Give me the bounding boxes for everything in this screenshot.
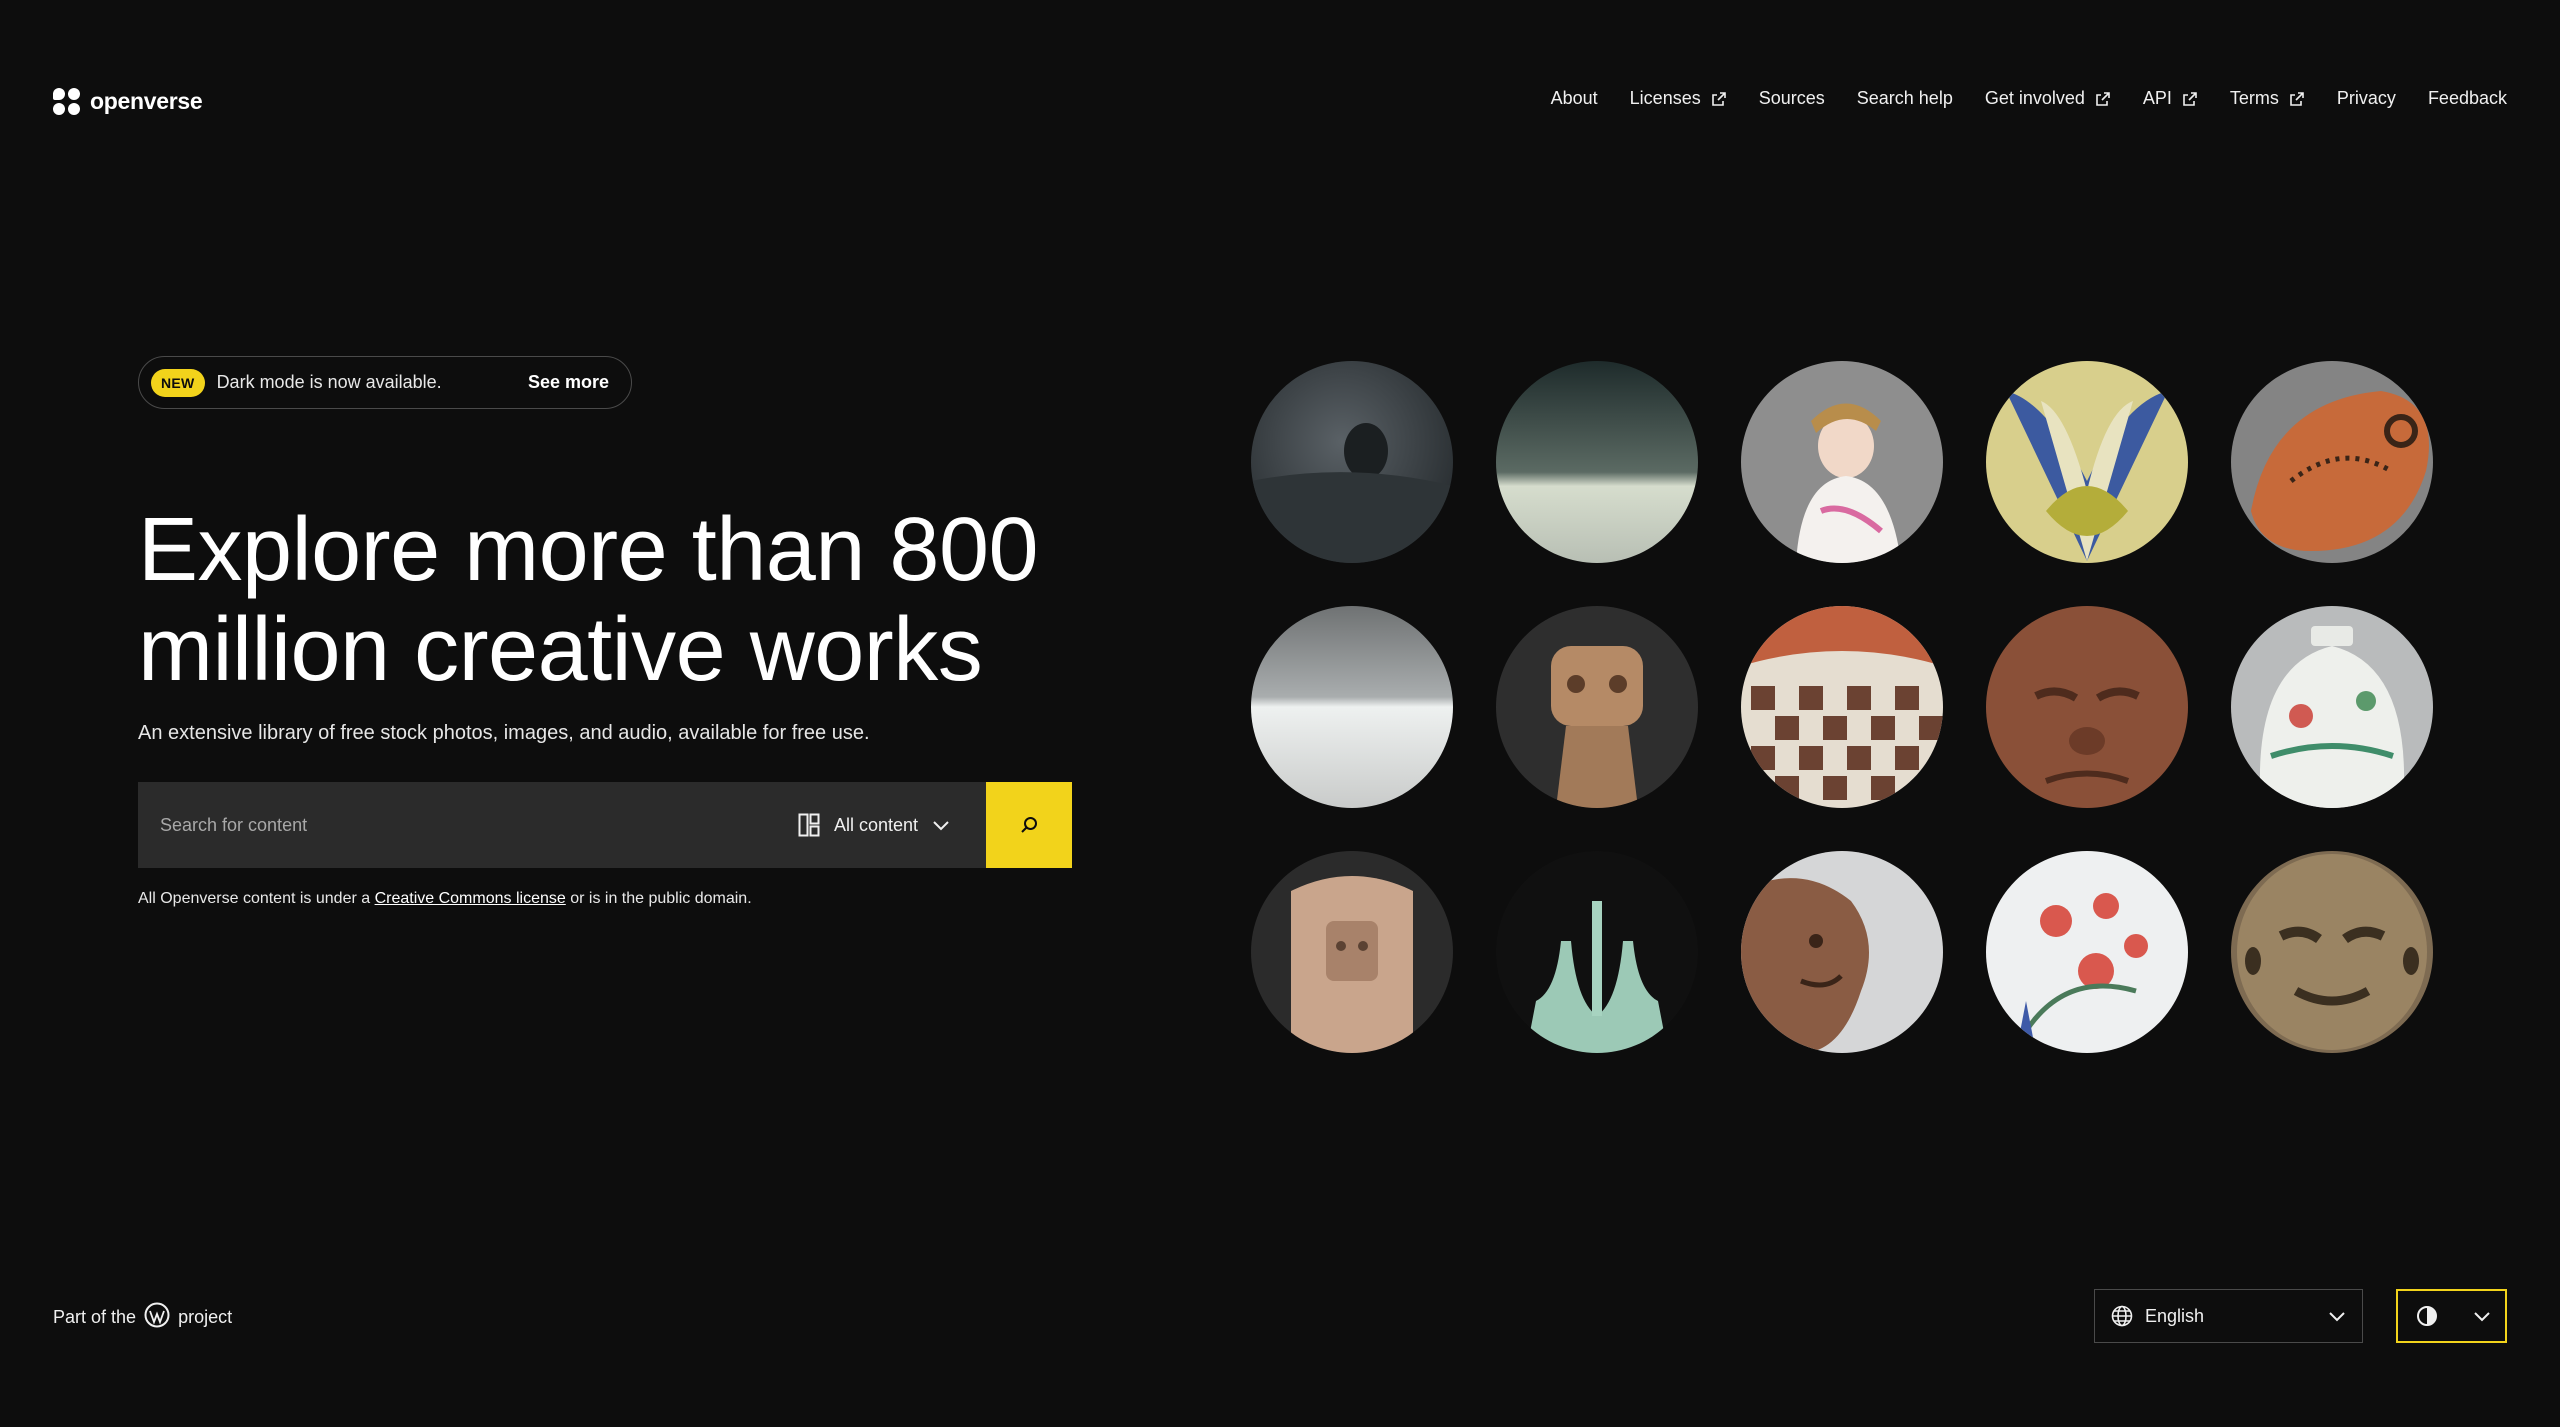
hero-title-line-1: Explore more than 800 <box>138 500 1039 600</box>
nav-label: About <box>1550 88 1598 108</box>
clay-figure-image <box>1496 606 1698 808</box>
gallery-image[interactable] <box>1741 361 1943 563</box>
new-badge: NEW <box>151 368 205 397</box>
gallery-image[interactable] <box>1251 851 1453 1053</box>
announcement-banner: NEW Dark mode is now available. See more <box>138 356 632 409</box>
nav-label: Feedback <box>2427 88 2507 108</box>
page: openverse About Licenses Sources Search … <box>0 0 2560 1427</box>
hero-title: Explore more than 800 million creative w… <box>138 500 1138 700</box>
white-bowl-image <box>1251 606 1453 808</box>
wordpress-attribution: Part of the project <box>53 1302 232 1333</box>
openverse-logo-icon <box>53 88 80 115</box>
nav-label: API <box>2142 88 2172 108</box>
carved-stone-figure-image <box>1251 851 1453 1053</box>
external-link-icon <box>1711 91 1726 106</box>
license-note-text: All Openverse content is under a <box>138 890 375 907</box>
gallery-image[interactable] <box>1986 361 2188 563</box>
chevron-down-icon <box>2329 1312 2345 1322</box>
nav-terms[interactable]: Terms <box>2230 88 2305 109</box>
creative-commons-link[interactable]: Creative Commons license <box>375 890 566 907</box>
gallery-image[interactable] <box>2231 606 2433 808</box>
gallery-image[interactable] <box>1251 606 1453 808</box>
gallery-image[interactable] <box>1986 851 2188 1053</box>
celadon-vase-image <box>1496 851 1698 1053</box>
gallery-image[interactable] <box>1496 606 1698 808</box>
content-type-label: All content <box>833 814 918 835</box>
chevron-down-icon <box>933 821 949 831</box>
nav-about[interactable]: About <box>1551 88 1598 109</box>
license-note-text: or is in the public domain. <box>565 890 752 907</box>
openverse-logo[interactable]: openverse <box>53 88 203 115</box>
external-link-icon <box>2183 91 2197 106</box>
painted-tile-image <box>1986 361 2188 563</box>
gallery-image[interactable] <box>1251 361 1453 563</box>
gallery-image[interactable] <box>1986 606 2188 808</box>
contrast-icon <box>2417 1306 2437 1326</box>
gallery-image[interactable] <box>1741 606 1943 808</box>
porcelain-figure-image <box>1741 361 1943 563</box>
hero-subtitle: An extensive library of free stock photo… <box>138 722 870 744</box>
nav-label: Search help <box>1856 88 1953 108</box>
nav-feedback[interactable]: Feedback <box>2428 88 2507 109</box>
chevron-down-icon <box>2474 1312 2490 1322</box>
checkered-pot-image <box>1741 606 1943 808</box>
floral-plate-image <box>1986 851 2188 1053</box>
project-text: project <box>178 1307 233 1327</box>
nav-label: Get involved <box>1984 88 2085 108</box>
external-link-icon <box>2290 91 2304 106</box>
see-more-link[interactable]: See more <box>528 372 609 393</box>
search-field: All content <box>138 782 986 868</box>
gallery-image[interactable] <box>2231 361 2433 563</box>
theme-select[interactable] <box>2396 1289 2507 1343</box>
stone-mask-image <box>2231 851 2433 1053</box>
wordpress-link[interactable] <box>144 1302 170 1333</box>
search-input[interactable] <box>160 814 784 836</box>
gallery-image[interactable] <box>1496 361 1698 563</box>
nav-privacy[interactable]: Privacy <box>2337 88 2396 109</box>
language-label: English <box>2145 1305 2205 1326</box>
search-icon <box>1021 817 1037 833</box>
clay-face-image <box>1986 606 2188 808</box>
content-grid-icon <box>798 813 820 837</box>
monkey-sculpture-image <box>1741 851 1943 1053</box>
gallery-image[interactable] <box>1496 851 1698 1053</box>
search-form: All content <box>138 782 1072 868</box>
nav-api[interactable]: API <box>2143 88 2198 109</box>
nav-search-help[interactable]: Search help <box>1857 88 1953 109</box>
license-note: All Openverse content is under a Creativ… <box>138 890 752 908</box>
content-type-select[interactable]: All content <box>784 813 964 837</box>
celadon-bowl-image <box>1496 361 1698 563</box>
featured-images-grid <box>1251 361 2433 1053</box>
banner-text: Dark mode is now available. <box>216 372 442 392</box>
external-link-icon <box>2096 91 2110 106</box>
nav-label: Licenses <box>1629 88 1701 108</box>
main-nav: About Licenses Sources Search help Get i… <box>1551 88 2507 109</box>
stone-vessel-image <box>1251 361 1453 563</box>
wordpress-icon <box>144 1302 170 1328</box>
gallery-image[interactable] <box>2231 851 2433 1053</box>
hero-title-line-2: million creative works <box>138 600 983 700</box>
nav-sources[interactable]: Sources <box>1759 88 1825 109</box>
nav-label: Terms <box>2229 88 2279 108</box>
language-select[interactable]: English <box>2094 1289 2363 1343</box>
nav-label: Sources <box>1758 88 1825 108</box>
nav-licenses[interactable]: Licenses <box>1630 88 1727 109</box>
gallery-image[interactable] <box>1741 851 1943 1053</box>
site-header: openverse About Licenses Sources Search … <box>0 0 2560 210</box>
porcelain-jar-image <box>2231 606 2433 808</box>
logo-text: openverse <box>90 88 203 114</box>
orange-sculpture-image <box>2231 361 2433 563</box>
nav-label: Privacy <box>2336 88 2396 108</box>
part-of-text: Part of the <box>53 1307 137 1327</box>
search-button[interactable] <box>986 782 1072 868</box>
nav-get-involved[interactable]: Get involved <box>1985 88 2111 109</box>
globe-icon <box>2111 1305 2133 1327</box>
